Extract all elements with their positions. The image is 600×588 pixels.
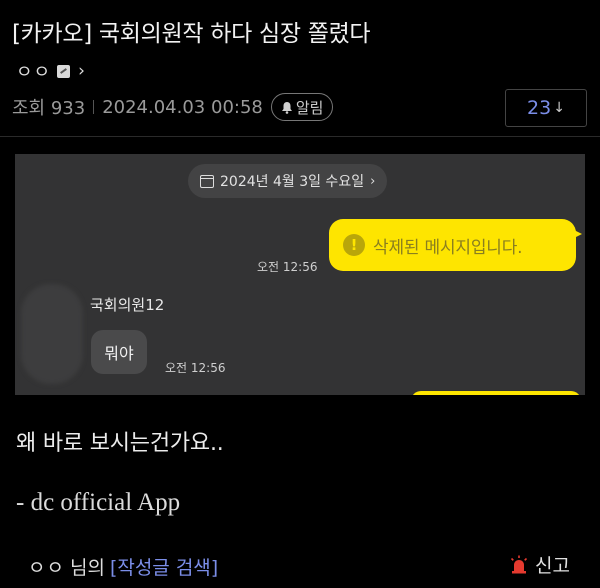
view-count: 조회 933 bbox=[12, 98, 86, 119]
footer-author-suffix: 님의 bbox=[69, 557, 105, 579]
calendar-icon bbox=[200, 174, 214, 188]
report-label: 신고 bbox=[535, 555, 570, 577]
header-divider bbox=[0, 136, 600, 137]
meta-divider bbox=[93, 100, 95, 114]
alarm-button[interactable]: 알림 bbox=[270, 93, 334, 121]
down-arrow-icon: ↓ bbox=[553, 100, 565, 116]
date-chip: 2024년 4월 3일 수요일 › bbox=[188, 164, 388, 198]
reply-message-bubble: 뭐야 bbox=[91, 330, 147, 374]
chat-date: 2024년 4월 3일 수요일 bbox=[220, 174, 365, 190]
bell-icon bbox=[281, 101, 292, 114]
comment-count-button[interactable]: 23 ↓ bbox=[505, 89, 587, 127]
author-row[interactable]: ㅇㅇ › bbox=[16, 58, 85, 84]
author-name[interactable]: ㅇㅇ bbox=[16, 58, 51, 84]
post-title: [카카오] 국회의원작 하다 심장 쫄렸다 bbox=[12, 21, 371, 47]
sender-name: 국회의원12 bbox=[90, 296, 165, 314]
footer-author-name[interactable]: ㅇㅇ bbox=[28, 553, 65, 580]
reply-time: 오전 12:56 bbox=[165, 361, 226, 375]
chat-screenshot-image: 2024년 4월 3일 수요일 › ! 삭제된 메시지입니다. 오전 12:56… bbox=[15, 154, 585, 395]
post-meta: 조회 933 2024.04.03 00:58 알림 bbox=[12, 93, 334, 121]
chevron-right-icon[interactable]: › bbox=[78, 61, 85, 81]
partial-message-bubble bbox=[411, 391, 581, 395]
comment-count: 23 bbox=[527, 97, 552, 119]
deleted-message-bubble: ! 삭제된 메시지입니다. bbox=[329, 219, 582, 271]
app-signature: - dc official App bbox=[16, 489, 181, 516]
message-time: 오전 12:56 bbox=[257, 260, 318, 274]
deleted-message-text: 삭제된 메시지입니다. bbox=[373, 237, 523, 258]
warning-icon: ! bbox=[343, 234, 365, 256]
footer-author-row: ㅇㅇ 님의 [작성글 검색] bbox=[28, 553, 218, 580]
report-button[interactable]: 신고 bbox=[509, 551, 570, 578]
fixed-user-icon bbox=[57, 64, 71, 78]
alarm-label: 알림 bbox=[295, 98, 324, 117]
post-datetime: 2024.04.03 00:58 bbox=[102, 96, 263, 118]
avatar bbox=[21, 284, 83, 384]
chevron-right-icon: › bbox=[370, 173, 376, 189]
post-body-text: 왜 바로 보시는건가요.. bbox=[16, 431, 224, 456]
search-posts-link[interactable]: [작성글 검색] bbox=[110, 553, 218, 580]
siren-icon bbox=[510, 555, 528, 573]
